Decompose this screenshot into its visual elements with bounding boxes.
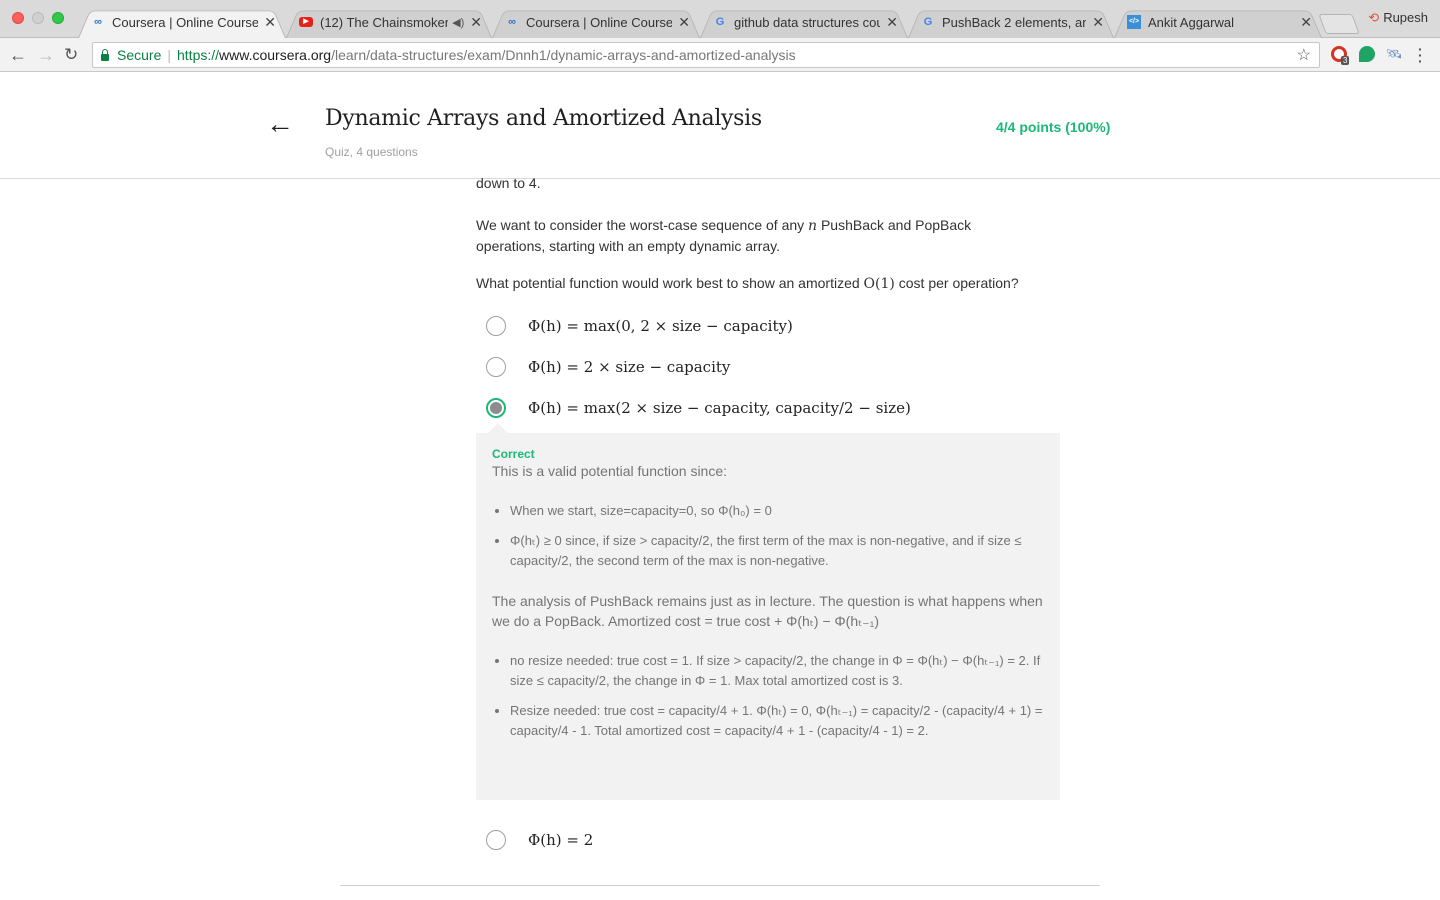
- back-arrow-icon[interactable]: ←: [266, 110, 294, 138]
- close-tab-icon[interactable]: ✕: [1300, 14, 1312, 31]
- feedback-status: Correct: [492, 447, 535, 461]
- new-tab-button[interactable]: [1318, 14, 1360, 34]
- extension-adblock-icon[interactable]: 3: [1331, 46, 1350, 65]
- speaker-icon[interactable]: ◀): [452, 16, 464, 29]
- feedback-panel: Correct This is a valid potential functi…: [476, 433, 1060, 800]
- profile-icon: ⟲: [1368, 10, 1380, 25]
- url-scheme: https://: [177, 47, 220, 63]
- list-item: When we start, size=capacity=0, so Φ(h₀)…: [510, 501, 1044, 521]
- feedback-caret: [488, 423, 508, 433]
- list-item: Resize needed: true cost = capacity/4 + …: [510, 701, 1044, 741]
- question-prompt: What potential function would work best …: [476, 275, 1019, 292]
- google-icon: G: [923, 16, 933, 28]
- divider: [340, 885, 1100, 886]
- forward-icon[interactable]: →: [37, 45, 55, 65]
- question-text-top: down to 4.: [476, 175, 541, 191]
- page-title: Dynamic Arrays and Amortized Analysis: [325, 106, 762, 131]
- list-item: no resize needed: true cost = 1. If size…: [510, 651, 1044, 691]
- back-icon[interactable]: ←: [9, 45, 27, 65]
- maximize-window-button[interactable]: [52, 12, 64, 24]
- quiz-header: ← Dynamic Arrays and Amortized Analysis …: [0, 72, 1440, 179]
- minimize-window-button[interactable]: [32, 12, 44, 24]
- coursera-icon: ∞: [508, 16, 516, 28]
- radio-button[interactable]: [486, 357, 506, 377]
- code-icon: </>: [1126, 14, 1142, 30]
- url-path: /learn/data-structures/exam/Dnnh1/dynami…: [331, 47, 796, 63]
- lock-icon: [101, 48, 109, 61]
- browser-toolbar: ← → ↻ Secure | https://www.coursera.org /…: [0, 38, 1440, 72]
- browser-tab-strip: ∞ Coursera | Online Courses ✕ ▶ (12) The…: [0, 0, 1440, 38]
- list-item: Φ(hₜ) ≥ 0 since, if size > capacity/2, t…: [510, 531, 1044, 571]
- score-badge: 4/4 points (100%): [996, 119, 1111, 135]
- secure-label: Secure: [117, 47, 162, 63]
- feedback-list-1: When we start, size=capacity=0, so Φ(h₀)…: [492, 501, 1044, 571]
- coursera-icon: ∞: [94, 16, 102, 28]
- browser-menu-icon[interactable]: · · ·: [1418, 42, 1423, 68]
- url-separator: |: [167, 47, 171, 63]
- url-host: www.coursera.org: [219, 47, 332, 63]
- answer-option-3[interactable]: Φ(h) = max(2 × size − capacity, capacity…: [486, 397, 911, 419]
- close-tab-icon[interactable]: ✕: [886, 14, 898, 31]
- quiz-subtitle: Quiz, 4 questions: [325, 145, 418, 159]
- youtube-icon: ▶: [298, 14, 314, 30]
- feedback-intro: This is a valid potential function since…: [492, 463, 728, 479]
- feedback-analysis: The analysis of PushBack remains just as…: [492, 593, 1043, 629]
- radio-button[interactable]: [486, 316, 506, 336]
- browser-tab-youtube[interactable]: ▶ (12) The Chainsmokers ◀) ✕: [286, 6, 492, 38]
- browser-tab-ankit[interactable]: </> Ankit Aggarwal ✕: [1114, 6, 1322, 38]
- browser-tab-coursera-active[interactable]: ∞ Coursera | Online Courses ✕: [78, 6, 286, 38]
- close-window-button[interactable]: [12, 12, 24, 24]
- reload-icon[interactable]: ↻: [64, 45, 78, 65]
- answer-option-2[interactable]: Φ(h) = 2 × size − capacity: [486, 356, 730, 378]
- close-tab-icon[interactable]: ✕: [678, 14, 690, 31]
- close-tab-icon[interactable]: ✕: [1092, 14, 1104, 31]
- answer-option-1[interactable]: Φ(h) = max(0, 2 × size − capacity): [486, 315, 793, 337]
- address-bar[interactable]: Secure | https://www.coursera.org/learn/…: [92, 42, 1320, 68]
- radio-button-selected[interactable]: [486, 398, 506, 418]
- close-tab-icon[interactable]: ✕: [470, 14, 482, 31]
- extension-evernote-icon[interactable]: [1359, 46, 1375, 62]
- browser-tab-google-github[interactable]: G github data structures cou ✕: [700, 6, 908, 38]
- answer-option-4[interactable]: Φ(h) = 2: [486, 829, 593, 851]
- bookmark-star-icon[interactable]: ☆: [1297, 45, 1311, 65]
- feedback-list-2: no resize needed: true cost = 1. If size…: [492, 651, 1044, 741]
- extension-satellite-icon[interactable]: 🛰: [1386, 46, 1403, 62]
- question-paragraph: We want to consider the worst-case seque…: [476, 217, 972, 254]
- google-icon: G: [715, 16, 725, 28]
- browser-tab-google-pushback[interactable]: G PushBack 2 elements, and ✕: [908, 6, 1114, 38]
- profile-button[interactable]: ⟲ Rupesh: [1368, 10, 1428, 26]
- browser-tab-coursera[interactable]: ∞ Coursera | Online Courses ✕: [492, 6, 700, 38]
- radio-button[interactable]: [486, 830, 506, 850]
- close-tab-icon[interactable]: ✕: [264, 14, 276, 31]
